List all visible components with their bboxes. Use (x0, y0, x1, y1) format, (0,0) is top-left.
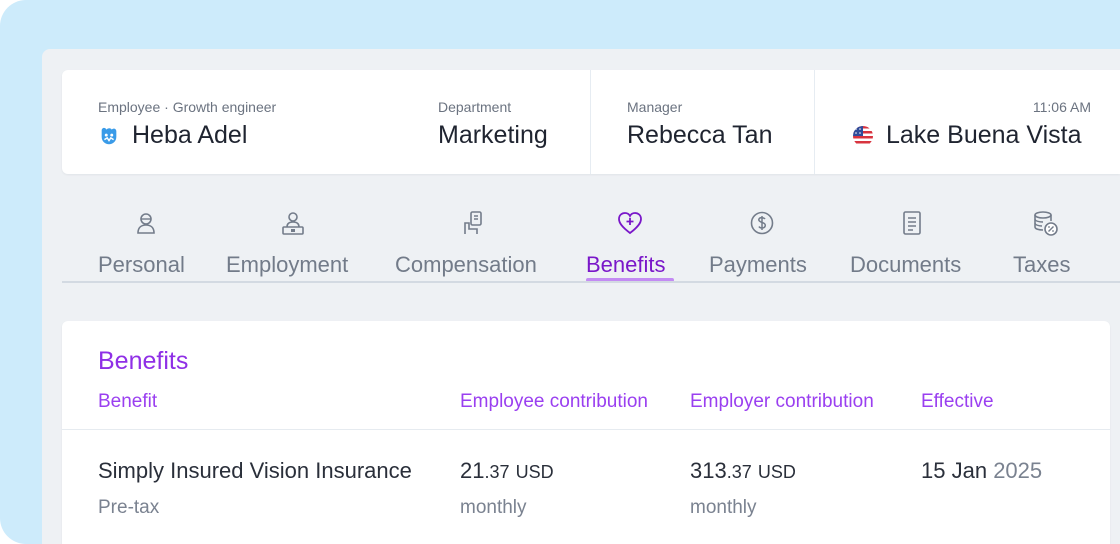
employer-contribution-amount: 313.37 USD (690, 458, 796, 483)
benefit-name: Simply Insured Vision Insurance (98, 458, 412, 483)
tab-benefits[interactable]: Benefits (586, 209, 676, 282)
person-icon (137, 213, 155, 234)
employer-contribution-period: monthly (690, 497, 757, 518)
tab-employment[interactable]: Employment (226, 209, 358, 281)
department-value: Marketing (438, 121, 548, 149)
local-time: 11:06 AM (1032, 99, 1091, 115)
tab-personal[interactable]: Personal (98, 209, 192, 281)
app-frame: Employee · Growth engineer Heba Adel Dep… (0, 0, 1120, 544)
location-cell: 11:06 AM Lake Buena Vista (815, 70, 1120, 174)
benefits-title: Benefits (98, 347, 189, 375)
tab-taxes[interactable]: Taxes (1013, 209, 1079, 281)
employee-name-row[interactable]: Heba Adel (98, 121, 247, 150)
location-value: Lake Buena Vista (886, 121, 1082, 149)
employee-name: Heba Adel (132, 121, 248, 149)
column-header-employer-contribution: Employer contribution (690, 391, 874, 412)
employee-desk-icon (282, 212, 304, 235)
department-cell: Department Marketing (416, 70, 590, 174)
column-header-employee-contribution: Employee contribution (460, 391, 648, 412)
coins-percent-icon (1034, 211, 1058, 236)
profile-tabs: Personal Employment Compensation Benefit… (62, 199, 1120, 283)
dollar-circle-icon (750, 211, 774, 235)
manager-label: Manager (627, 99, 683, 115)
heart-plus-icon (618, 212, 642, 235)
benefit-tax-type: Pre-tax (98, 497, 160, 518)
manager-cell: Manager Rebecca Tan (591, 70, 814, 174)
employee-contribution-amount: 21.37 USD (460, 458, 554, 483)
tab-compensation[interactable]: Compensation (395, 209, 551, 281)
employee-cell: Employee · Growth engineer Heba Adel (62, 70, 416, 174)
benefits-card: Benefits Benefit Employee contribution E… (62, 321, 1110, 544)
department-label: Department (438, 99, 512, 115)
employee-panel: Employee · Growth engineer Heba Adel Dep… (42, 49, 1120, 544)
us-flag-icon (853, 125, 873, 146)
employee-contribution-period: monthly (460, 497, 527, 518)
employee-summary-card: Employee · Growth engineer Heba Adel Dep… (62, 70, 1120, 174)
column-header-effective: Effective (921, 391, 994, 412)
effective-date: 15 Jan 2025 (921, 458, 1043, 483)
employee-role-label: Employee · Growth engineer (98, 99, 277, 115)
hand-money-icon (464, 211, 482, 234)
tab-documents[interactable]: Documents (850, 209, 974, 281)
employee-mascot-icon (101, 127, 117, 144)
tab-payments[interactable]: Payments (709, 209, 817, 281)
column-header-benefit: Benefit (98, 391, 158, 412)
document-icon (903, 211, 921, 235)
location-row: Lake Buena Vista (852, 121, 1082, 150)
tabs-baseline (62, 281, 1120, 283)
table-header-divider (62, 429, 1110, 430)
manager-value[interactable]: Rebecca Tan (627, 121, 772, 150)
